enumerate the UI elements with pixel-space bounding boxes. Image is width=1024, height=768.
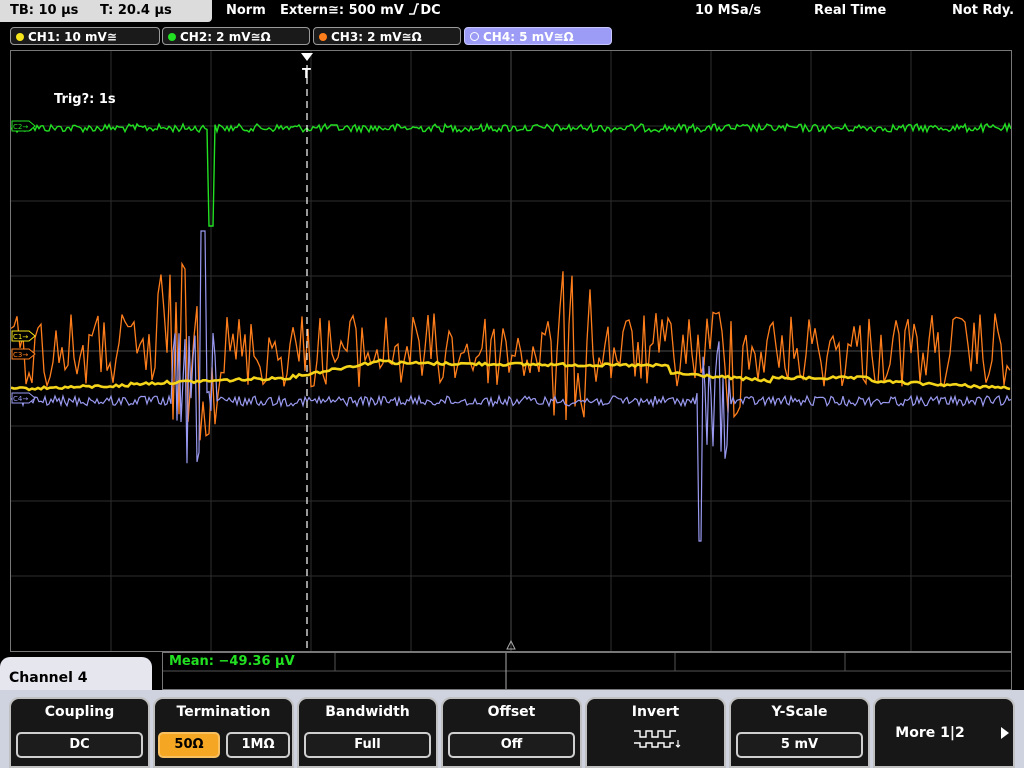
trigger-mode[interactable]: Norm: [226, 0, 266, 22]
svg-text:C2→: C2→: [13, 123, 28, 131]
termination-1mohm-option[interactable]: 1MΩ: [226, 732, 290, 758]
trigger-time-readout: T: 20.4 μs: [100, 3, 172, 18]
trigger-marker-label: T: [302, 67, 311, 82]
tab-ch2[interactable]: CH2: 2 mV≅Ω: [162, 27, 310, 45]
yscale-value[interactable]: 5 mV: [736, 732, 863, 758]
ch2-marker[interactable]: C2→: [11, 120, 36, 132]
termination-softkey[interactable]: Termination 50Ω 1MΩ: [153, 697, 294, 768]
offset-softkey[interactable]: Offset Off: [441, 697, 582, 768]
offset-value[interactable]: Off: [448, 732, 575, 758]
coupling-label: Coupling: [44, 704, 115, 720]
bandwidth-value[interactable]: Full: [304, 732, 431, 758]
measurement-bar: Mean: −49.36 μV: [162, 652, 1012, 690]
rising-edge-icon: [409, 3, 420, 15]
ch1-marker[interactable]: C1→: [11, 330, 36, 342]
termination-50ohm-option[interactable]: 50Ω: [158, 732, 220, 758]
ch1-dot-icon: [16, 33, 24, 41]
bandwidth-softkey[interactable]: Bandwidth Full: [297, 697, 438, 768]
acquisition-mode: Real Time: [814, 3, 887, 18]
offset-label: Offset: [487, 704, 536, 720]
tab-ch4[interactable]: CH4: 5 mV≅Ω: [464, 27, 612, 45]
invert-label: Invert: [631, 704, 680, 720]
yscale-softkey[interactable]: Y-Scale 5 mV: [729, 697, 870, 768]
svg-text:C1→: C1→: [13, 333, 28, 341]
ready-state: Not Rdy.: [952, 3, 1015, 18]
mean-measurement[interactable]: Mean: −49.36 μV: [169, 654, 295, 669]
svg-text:C3→: C3→: [13, 351, 28, 359]
coupling-softkey[interactable]: Coupling DC: [9, 697, 150, 768]
coupling-value[interactable]: DC: [16, 732, 143, 758]
waveform-display[interactable]: T Trig?: 1s C2→ C1→ C3→ C4→: [10, 50, 1012, 652]
invert-softkey[interactable]: Invert: [585, 697, 726, 768]
status-bar: TB: 10 μs T: 20.4 μs Norm Extern≅: 500 m…: [0, 0, 1024, 24]
ch3-marker[interactable]: C3→: [11, 348, 36, 360]
square-wave-invert-icon: [634, 730, 681, 748]
termination-label: Termination: [176, 704, 271, 720]
more-softkey[interactable]: More 1|2: [873, 697, 1015, 768]
svg-text:C4→: C4→: [13, 395, 28, 403]
sample-rate: 10 MSa/s: [695, 3, 762, 18]
tab-ch3[interactable]: CH3: 2 mV≅Ω: [313, 27, 461, 45]
ch4-marker[interactable]: C4→: [11, 392, 36, 404]
ch2-dot-icon: [168, 33, 176, 41]
ch4-dot-icon: [470, 32, 479, 41]
more-label: More 1|2: [895, 725, 965, 741]
tab-ch1[interactable]: CH1: 10 mV≅: [10, 27, 160, 45]
timebase-box[interactable]: TB: 10 μs T: 20.4 μs: [0, 0, 212, 22]
yscale-label: Y-Scale: [771, 704, 828, 720]
trigger-source[interactable]: Extern≅: 500 mV DC: [280, 0, 441, 22]
trigger-info: Trig?: 1s: [54, 92, 116, 107]
ch3-dot-icon: [319, 33, 327, 41]
timebase-readout: TB: 10 μs: [10, 3, 79, 18]
arrow-right-icon: [1001, 727, 1009, 739]
bandwidth-label: Bandwidth: [325, 704, 410, 720]
